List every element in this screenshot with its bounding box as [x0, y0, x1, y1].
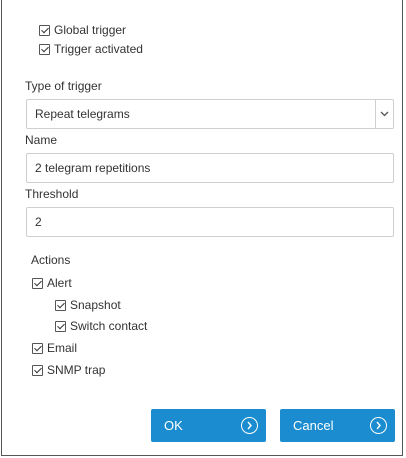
threshold-input[interactable]: 2	[26, 207, 394, 237]
type-of-trigger-select[interactable]: Repeat telegrams	[26, 99, 394, 129]
trigger-activated-checkbox[interactable]: Trigger activated	[39, 41, 143, 57]
type-of-trigger-label: Type of trigger	[25, 79, 102, 93]
checkbox-checked-icon	[32, 342, 43, 354]
ok-button[interactable]: OK	[151, 409, 266, 442]
name-input[interactable]: 2 telegram repetitions	[26, 153, 394, 183]
snapshot-label: Snapshot	[70, 298, 121, 312]
ok-button-label: OK	[164, 418, 183, 433]
chevron-right-circle-icon	[241, 417, 258, 434]
checkbox-checked-icon	[39, 24, 50, 36]
email-label: Email	[47, 341, 78, 355]
checkbox-checked-icon	[32, 364, 43, 376]
checkbox-checked-icon	[55, 320, 66, 332]
snmp-trap-checkbox[interactable]: SNMP trap	[32, 362, 105, 378]
global-trigger-label: Global trigger	[54, 23, 127, 37]
snapshot-checkbox[interactable]: Snapshot	[55, 297, 121, 313]
alert-checkbox[interactable]: Alert	[32, 275, 72, 291]
cancel-button[interactable]: Cancel	[280, 409, 395, 442]
alert-label: Alert	[47, 276, 72, 290]
actions-label: Actions	[31, 253, 71, 267]
cancel-button-label: Cancel	[293, 418, 334, 433]
type-of-trigger-value: Repeat telegrams	[35, 107, 130, 121]
email-checkbox[interactable]: Email	[32, 340, 77, 356]
global-trigger-checkbox[interactable]: Global trigger	[39, 22, 126, 38]
checkbox-checked-icon	[55, 299, 66, 311]
switch-contact-checkbox[interactable]: Switch contact	[55, 318, 147, 334]
chevron-down-icon[interactable]	[375, 100, 393, 128]
name-label: Name	[25, 133, 58, 147]
threshold-value: 2	[35, 215, 42, 229]
trigger-dialog: Global trigger Trigger activated Type of…	[1, 0, 403, 456]
threshold-label: Threshold	[25, 187, 79, 201]
checkbox-checked-icon	[39, 43, 50, 55]
switch-contact-label: Switch contact	[70, 319, 148, 333]
checkbox-checked-icon	[32, 277, 43, 289]
name-value: 2 telegram repetitions	[35, 161, 151, 175]
snmp-trap-label: SNMP trap	[47, 363, 106, 377]
chevron-right-circle-icon	[370, 417, 387, 434]
trigger-activated-label: Trigger activated	[54, 42, 143, 56]
